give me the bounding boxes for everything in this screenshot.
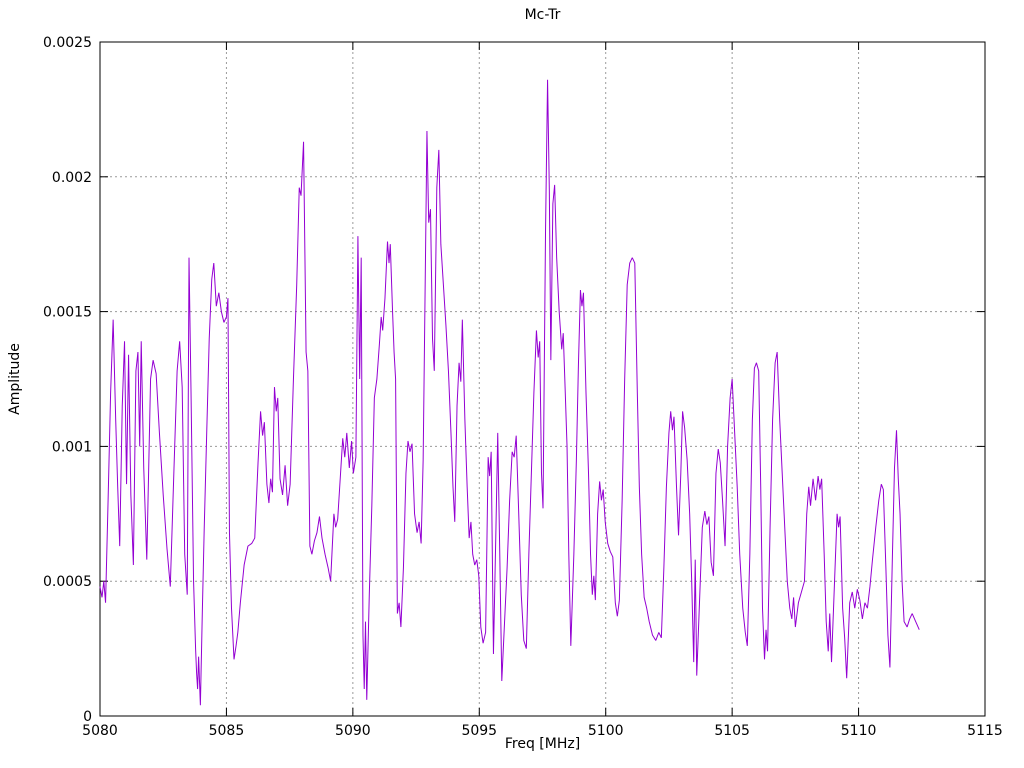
chart-title: Mc-Tr (524, 7, 561, 23)
series-line (99, 79, 920, 706)
plot-border (99, 41, 986, 717)
plot-canvas: 5080 5085 5090 5095 5100 5105 5110 511500.00050… (43, 35, 1003, 739)
y-axis-label: Amplitude (7, 343, 23, 415)
y-tick-label: 0.002 (52, 170, 92, 186)
y-tick-label: 0.001 (52, 439, 92, 455)
y-tick-label: 0.0005 (43, 574, 92, 590)
spectrum-chart: 5080 5085 5090 5095 5100 5105 5110 5115 0 0.0005 0… (0, 0, 1024, 768)
x-axis-label: Freq [MHz] (504, 736, 581, 752)
y-tick-label: 0.0015 (43, 305, 92, 321)
y-tick-label: 0 (83, 709, 92, 725)
y-tick-label: 0.0025 (43, 35, 92, 51)
